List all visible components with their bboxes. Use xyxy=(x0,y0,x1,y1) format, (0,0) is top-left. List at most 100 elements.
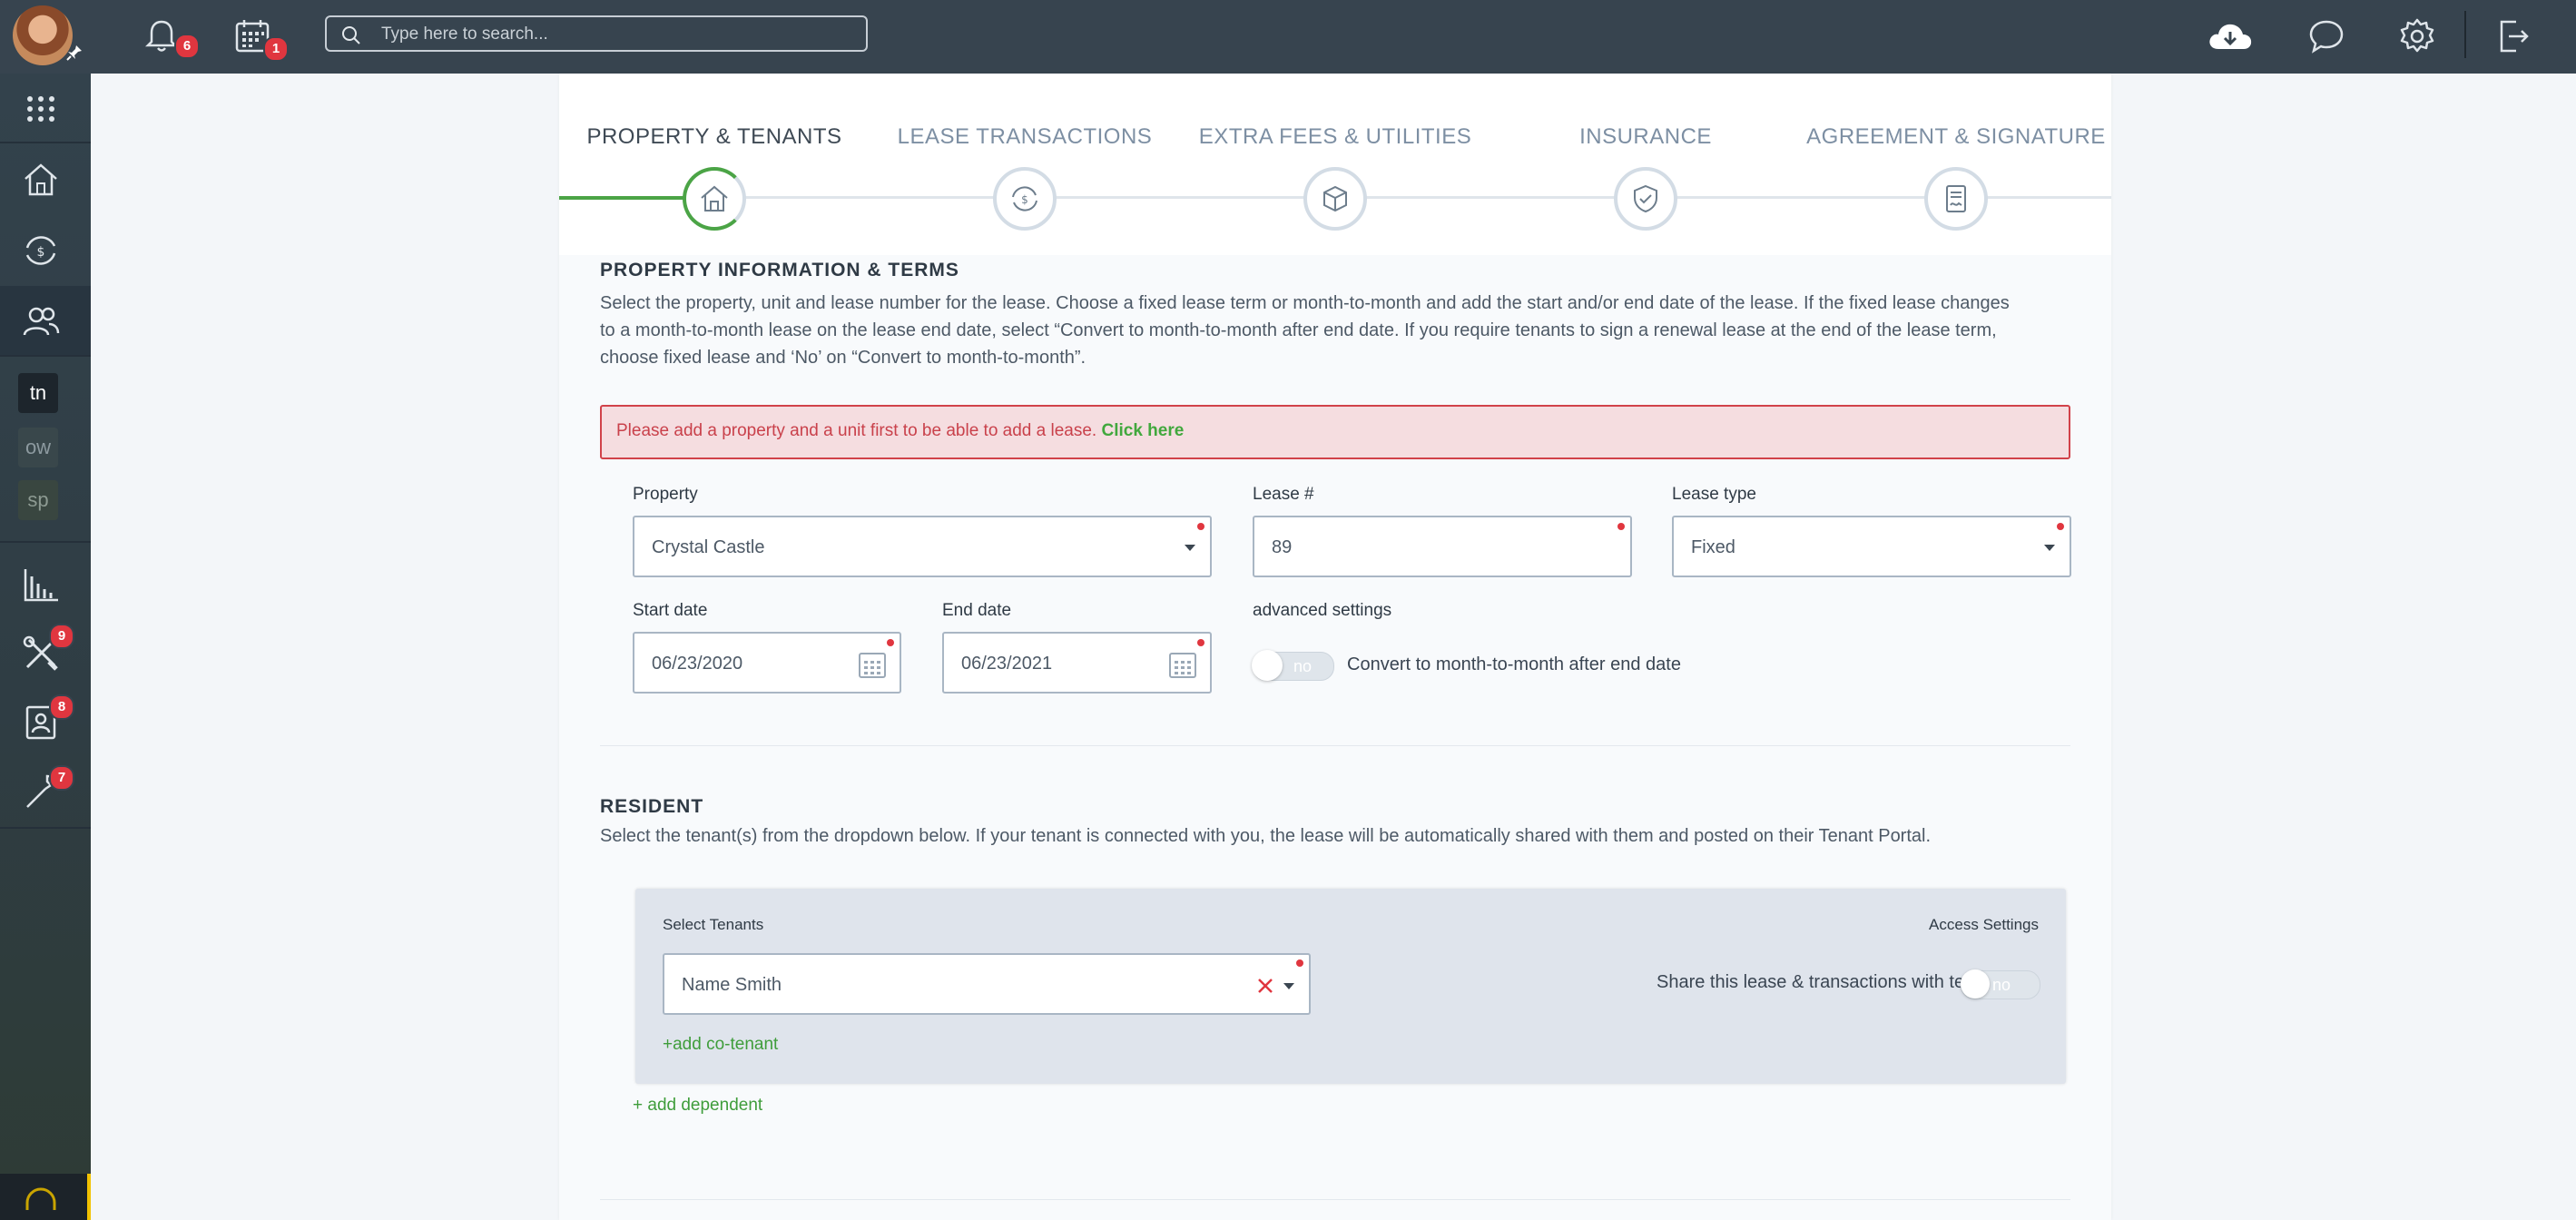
tenant-select[interactable]: Name Smith xyxy=(663,953,1311,1015)
calendar-icon[interactable] xyxy=(858,650,887,679)
sidebar-item-maintenance[interactable] xyxy=(0,618,91,687)
pin-icon[interactable] xyxy=(65,44,84,62)
property-section-description: Select the property, unit and lease numb… xyxy=(600,290,2052,371)
sidebar-item-transactions[interactable]: $ xyxy=(0,215,91,284)
tab-insurance[interactable]: INSURANCE xyxy=(1490,124,1801,150)
required-indicator xyxy=(2057,523,2064,530)
lease-number-input[interactable]: 89 xyxy=(1253,516,1632,577)
top-bar: 6 1 xyxy=(0,0,2576,74)
resident-section-description: Select the tenant(s) from the dropdown b… xyxy=(600,826,1932,846)
sidebar-item-tenants[interactable]: tn xyxy=(18,373,58,413)
start-date-input[interactable]: 06/23/2020 xyxy=(633,632,901,694)
toggle-text: no xyxy=(1293,657,1313,675)
alert-text: Please add a property and a unit first t… xyxy=(616,421,1097,440)
lease-type-value: Fixed xyxy=(1691,537,1735,557)
maintenance-badge: 9 xyxy=(49,624,74,649)
sidebar-divider xyxy=(0,355,91,357)
tab-lease-transactions[interactable]: LEASE TRANSACTIONS xyxy=(870,124,1180,150)
sidebar-item-properties[interactable] xyxy=(0,144,91,213)
search-input[interactable] xyxy=(379,21,855,48)
tab-agreement-signature[interactable]: AGREEMENT & SIGNATURE xyxy=(1801,124,2111,150)
step-circle-insurance[interactable] xyxy=(1614,167,1677,231)
grid-icon xyxy=(27,96,54,122)
house-icon xyxy=(25,163,57,196)
search-icon xyxy=(342,26,360,44)
cloud-download-icon[interactable] xyxy=(2206,16,2255,56)
sidebar-divider xyxy=(0,142,91,143)
search-bar[interactable] xyxy=(325,15,868,52)
tenant-value: Name Smith xyxy=(682,975,782,995)
lease-wizard-card: PROPERTY & TENANTS LEASE TRANSACTIONS EX… xyxy=(559,74,2111,1220)
sidebar-item-service-pros[interactable]: sp xyxy=(18,480,58,520)
chat-icon[interactable] xyxy=(2306,16,2346,56)
sidebar-item-people[interactable] xyxy=(0,286,91,355)
calendar-badge: 1 xyxy=(263,36,289,62)
step-tabs: PROPERTY & TENANTS LEASE TRANSACTIONS EX… xyxy=(559,74,2111,255)
lease-number-value: 89 xyxy=(1272,537,1293,557)
tab-extra-fees-utilities[interactable]: EXTRA FEES & UTILITIES xyxy=(1180,124,1490,150)
required-indicator xyxy=(1197,639,1204,646)
required-indicator xyxy=(1296,959,1303,967)
sidebar-item-contacts[interactable] xyxy=(0,687,91,756)
add-dependent-link[interactable]: + add dependent xyxy=(633,1096,762,1116)
property-section-title: PROPERTY INFORMATION & TERMS xyxy=(600,260,959,280)
contacts-badge: 8 xyxy=(49,694,74,720)
start-date-label: Start date xyxy=(633,601,708,620)
notifications-badge: 6 xyxy=(174,34,200,59)
access-settings-label: Access Settings xyxy=(1929,916,2039,933)
convert-label: Convert to month-to-month after end date xyxy=(1347,654,1681,674)
share-lease-toggle[interactable]: no xyxy=(1961,969,2040,999)
end-date-input[interactable]: 06/23/2021 xyxy=(942,632,1212,694)
sidebar-item-reports[interactable] xyxy=(0,549,91,618)
required-indicator xyxy=(1617,523,1625,530)
document-sign-icon xyxy=(1946,185,1966,212)
lease-type-label: Lease type xyxy=(1672,485,1756,504)
alert-click-here-link[interactable]: Click here xyxy=(1101,421,1184,440)
lease-number-label: Lease # xyxy=(1253,485,1314,504)
property-label: Property xyxy=(633,485,698,504)
calendar-icon[interactable] xyxy=(1168,650,1197,679)
property-desc-line: choose fixed lease and ‘No’ on “Convert … xyxy=(600,348,1086,368)
property-select[interactable]: Crystal Castle xyxy=(633,516,1212,577)
svg-text:$: $ xyxy=(1021,193,1028,206)
toggle-knob xyxy=(1961,969,1990,999)
select-tenants-label: Select Tenants xyxy=(663,916,764,933)
user-avatar[interactable] xyxy=(13,5,73,65)
close-icon[interactable] xyxy=(1256,977,1274,995)
people-icon xyxy=(23,307,60,336)
add-property-alert: Please add a property and a unit first t… xyxy=(600,405,2070,459)
bar-chart-icon xyxy=(24,569,58,602)
logout-icon[interactable] xyxy=(2492,16,2532,56)
step-circle-extra-fees[interactable] xyxy=(1303,167,1367,231)
step-circle-agreement[interactable] xyxy=(1924,167,1988,231)
section-divider xyxy=(600,745,2070,746)
tools-badge: 7 xyxy=(49,765,74,791)
support-button[interactable] xyxy=(0,1174,91,1220)
house-icon xyxy=(701,185,728,212)
convert-month-to-month-toggle[interactable]: no xyxy=(1252,650,1334,681)
tenant-selection-box: Select Tenants Access Settings Name Smit… xyxy=(635,889,2066,1084)
chevron-down-icon xyxy=(2044,545,2055,551)
sidebar-item-tools[interactable] xyxy=(0,756,91,825)
property-desc-line: Select the property, unit and lease numb… xyxy=(600,293,2010,313)
resident-section-title: RESIDENT xyxy=(600,796,704,817)
sidebar-item-apps[interactable] xyxy=(0,74,91,143)
add-co-tenant-link[interactable]: +add co-tenant xyxy=(663,1035,778,1055)
step-circle-lease-transactions[interactable]: $ xyxy=(993,167,1057,231)
lease-type-select[interactable]: Fixed xyxy=(1672,516,2071,577)
sidebar-item-owners[interactable]: ow xyxy=(18,428,58,467)
start-date-value: 06/23/2020 xyxy=(652,654,743,674)
advanced-settings-label: advanced settings xyxy=(1253,601,1392,620)
property-desc-line: to a month-to-month lease on the lease e… xyxy=(600,320,1997,340)
tab-property-tenants[interactable]: PROPERTY & TENANTS xyxy=(559,124,870,150)
chevron-down-icon xyxy=(1283,983,1294,989)
svg-text:$: $ xyxy=(37,245,45,260)
end-date-label: End date xyxy=(942,601,1012,620)
toggle-text: no xyxy=(1992,976,2011,994)
step-circle-property-tenants[interactable] xyxy=(683,167,746,231)
money-cycle-icon: $ xyxy=(1012,186,1037,212)
headset-icon xyxy=(25,1187,56,1210)
section-divider xyxy=(600,1199,2070,1200)
chevron-down-icon xyxy=(1185,545,1195,551)
gear-icon[interactable] xyxy=(2397,16,2437,56)
